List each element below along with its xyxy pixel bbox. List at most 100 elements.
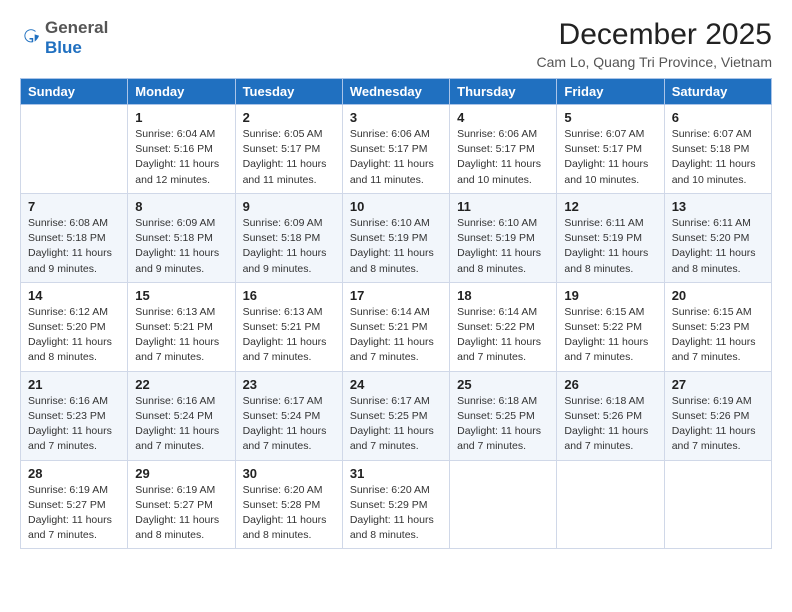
logo-text: General Blue <box>45 18 108 59</box>
day-number: 7 <box>28 199 120 214</box>
calendar-cell: 18 Sunrise: 6:14 AMSunset: 5:22 PMDaylig… <box>450 282 557 371</box>
calendar-cell: 19 Sunrise: 6:15 AMSunset: 5:22 PMDaylig… <box>557 282 664 371</box>
day-number: 23 <box>243 377 335 392</box>
day-info: Sunrise: 6:20 AMSunset: 5:29 PMDaylight:… <box>350 483 442 544</box>
day-info: Sunrise: 6:17 AMSunset: 5:24 PMDaylight:… <box>243 394 335 455</box>
calendar-week-row: 7 Sunrise: 6:08 AMSunset: 5:18 PMDayligh… <box>21 193 772 282</box>
col-saturday: Saturday <box>664 79 771 105</box>
calendar-cell: 10 Sunrise: 6:10 AMSunset: 5:19 PMDaylig… <box>342 193 449 282</box>
title-block: December 2025 Cam Lo, Quang Tri Province… <box>536 18 772 70</box>
day-number: 31 <box>350 466 442 481</box>
calendar-cell: 9 Sunrise: 6:09 AMSunset: 5:18 PMDayligh… <box>235 193 342 282</box>
day-number: 20 <box>672 288 764 303</box>
day-info: Sunrise: 6:19 AMSunset: 5:27 PMDaylight:… <box>28 483 120 544</box>
day-number: 12 <box>564 199 656 214</box>
day-info: Sunrise: 6:15 AMSunset: 5:22 PMDaylight:… <box>564 305 656 366</box>
day-info: Sunrise: 6:09 AMSunset: 5:18 PMDaylight:… <box>135 216 227 277</box>
day-info: Sunrise: 6:12 AMSunset: 5:20 PMDaylight:… <box>28 305 120 366</box>
calendar-cell: 1 Sunrise: 6:04 AMSunset: 5:16 PMDayligh… <box>128 105 235 194</box>
day-info: Sunrise: 6:04 AMSunset: 5:16 PMDaylight:… <box>135 127 227 188</box>
calendar-cell: 20 Sunrise: 6:15 AMSunset: 5:23 PMDaylig… <box>664 282 771 371</box>
day-number: 15 <box>135 288 227 303</box>
day-number: 13 <box>672 199 764 214</box>
day-info: Sunrise: 6:08 AMSunset: 5:18 PMDaylight:… <box>28 216 120 277</box>
day-number: 17 <box>350 288 442 303</box>
day-info: Sunrise: 6:16 AMSunset: 5:24 PMDaylight:… <box>135 394 227 455</box>
day-number: 8 <box>135 199 227 214</box>
day-info: Sunrise: 6:15 AMSunset: 5:23 PMDaylight:… <box>672 305 764 366</box>
day-number: 28 <box>28 466 120 481</box>
day-number: 19 <box>564 288 656 303</box>
calendar-cell: 25 Sunrise: 6:18 AMSunset: 5:25 PMDaylig… <box>450 371 557 460</box>
day-number: 10 <box>350 199 442 214</box>
day-info: Sunrise: 6:05 AMSunset: 5:17 PMDaylight:… <box>243 127 335 188</box>
day-number: 11 <box>457 199 549 214</box>
calendar-cell: 21 Sunrise: 6:16 AMSunset: 5:23 PMDaylig… <box>21 371 128 460</box>
calendar-table: Sunday Monday Tuesday Wednesday Thursday… <box>20 78 772 549</box>
calendar-cell: 6 Sunrise: 6:07 AMSunset: 5:18 PMDayligh… <box>664 105 771 194</box>
calendar-cell: 12 Sunrise: 6:11 AMSunset: 5:19 PMDaylig… <box>557 193 664 282</box>
day-number: 21 <box>28 377 120 392</box>
col-friday: Friday <box>557 79 664 105</box>
col-sunday: Sunday <box>21 79 128 105</box>
day-info: Sunrise: 6:19 AMSunset: 5:26 PMDaylight:… <box>672 394 764 455</box>
day-number: 24 <box>350 377 442 392</box>
calendar-cell: 3 Sunrise: 6:06 AMSunset: 5:17 PMDayligh… <box>342 105 449 194</box>
day-number: 4 <box>457 110 549 125</box>
calendar-cell: 11 Sunrise: 6:10 AMSunset: 5:19 PMDaylig… <box>450 193 557 282</box>
day-info: Sunrise: 6:18 AMSunset: 5:25 PMDaylight:… <box>457 394 549 455</box>
day-info: Sunrise: 6:11 AMSunset: 5:19 PMDaylight:… <box>564 216 656 277</box>
day-number: 27 <box>672 377 764 392</box>
day-info: Sunrise: 6:13 AMSunset: 5:21 PMDaylight:… <box>243 305 335 366</box>
day-number: 16 <box>243 288 335 303</box>
calendar-week-row: 28 Sunrise: 6:19 AMSunset: 5:27 PMDaylig… <box>21 460 772 549</box>
calendar-cell: 2 Sunrise: 6:05 AMSunset: 5:17 PMDayligh… <box>235 105 342 194</box>
calendar-cell: 26 Sunrise: 6:18 AMSunset: 5:26 PMDaylig… <box>557 371 664 460</box>
calendar-cell: 8 Sunrise: 6:09 AMSunset: 5:18 PMDayligh… <box>128 193 235 282</box>
day-info: Sunrise: 6:06 AMSunset: 5:17 PMDaylight:… <box>457 127 549 188</box>
calendar-week-row: 14 Sunrise: 6:12 AMSunset: 5:20 PMDaylig… <box>21 282 772 371</box>
col-wednesday: Wednesday <box>342 79 449 105</box>
calendar-cell: 22 Sunrise: 6:16 AMSunset: 5:24 PMDaylig… <box>128 371 235 460</box>
page-header: General Blue December 2025 Cam Lo, Quang… <box>20 18 772 70</box>
logo-blue: Blue <box>45 38 82 57</box>
day-number: 1 <box>135 110 227 125</box>
calendar-cell: 7 Sunrise: 6:08 AMSunset: 5:18 PMDayligh… <box>21 193 128 282</box>
calendar-week-row: 21 Sunrise: 6:16 AMSunset: 5:23 PMDaylig… <box>21 371 772 460</box>
day-info: Sunrise: 6:11 AMSunset: 5:20 PMDaylight:… <box>672 216 764 277</box>
day-number: 14 <box>28 288 120 303</box>
calendar-cell <box>21 105 128 194</box>
calendar-cell: 17 Sunrise: 6:14 AMSunset: 5:21 PMDaylig… <box>342 282 449 371</box>
day-number: 9 <box>243 199 335 214</box>
day-number: 25 <box>457 377 549 392</box>
day-info: Sunrise: 6:07 AMSunset: 5:18 PMDaylight:… <box>672 127 764 188</box>
day-number: 18 <box>457 288 549 303</box>
day-info: Sunrise: 6:07 AMSunset: 5:17 PMDaylight:… <box>564 127 656 188</box>
logo-general: General <box>45 18 108 37</box>
main-title: December 2025 <box>536 18 772 52</box>
col-tuesday: Tuesday <box>235 79 342 105</box>
day-info: Sunrise: 6:16 AMSunset: 5:23 PMDaylight:… <box>28 394 120 455</box>
calendar-cell: 30 Sunrise: 6:20 AMSunset: 5:28 PMDaylig… <box>235 460 342 549</box>
day-number: 6 <box>672 110 764 125</box>
calendar-cell <box>557 460 664 549</box>
day-info: Sunrise: 6:14 AMSunset: 5:21 PMDaylight:… <box>350 305 442 366</box>
day-number: 3 <box>350 110 442 125</box>
page-container: General Blue December 2025 Cam Lo, Quang… <box>0 0 792 567</box>
day-number: 29 <box>135 466 227 481</box>
calendar-cell: 14 Sunrise: 6:12 AMSunset: 5:20 PMDaylig… <box>21 282 128 371</box>
calendar-cell: 16 Sunrise: 6:13 AMSunset: 5:21 PMDaylig… <box>235 282 342 371</box>
calendar-cell: 28 Sunrise: 6:19 AMSunset: 5:27 PMDaylig… <box>21 460 128 549</box>
day-number: 30 <box>243 466 335 481</box>
calendar-cell <box>664 460 771 549</box>
day-number: 2 <box>243 110 335 125</box>
day-info: Sunrise: 6:10 AMSunset: 5:19 PMDaylight:… <box>350 216 442 277</box>
calendar-cell: 24 Sunrise: 6:17 AMSunset: 5:25 PMDaylig… <box>342 371 449 460</box>
day-number: 22 <box>135 377 227 392</box>
day-info: Sunrise: 6:20 AMSunset: 5:28 PMDaylight:… <box>243 483 335 544</box>
calendar-header-row: Sunday Monday Tuesday Wednesday Thursday… <box>21 79 772 105</box>
day-info: Sunrise: 6:18 AMSunset: 5:26 PMDaylight:… <box>564 394 656 455</box>
calendar-cell: 27 Sunrise: 6:19 AMSunset: 5:26 PMDaylig… <box>664 371 771 460</box>
day-info: Sunrise: 6:13 AMSunset: 5:21 PMDaylight:… <box>135 305 227 366</box>
logo-icon <box>20 27 42 49</box>
